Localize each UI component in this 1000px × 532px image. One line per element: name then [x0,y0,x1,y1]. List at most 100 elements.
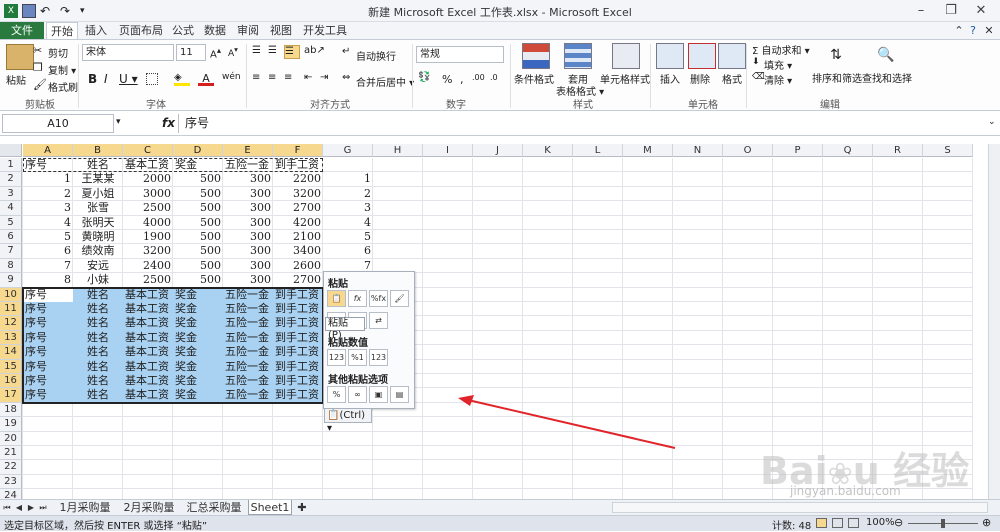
tab-review[interactable]: 审阅 [233,22,263,39]
workbook-close-icon[interactable]: ✕ [982,22,996,39]
cell[interactable]: 黄晓明 [73,230,123,244]
row-header[interactable]: 22 [0,460,22,475]
normal-view-icon[interactable] [816,518,827,528]
page-layout-view-icon[interactable] [832,518,843,528]
tab-data[interactable]: 数据 [200,22,230,39]
format-cells-button[interactable]: 格式 [722,71,742,86]
font-color-icon[interactable]: A [198,72,214,86]
ribbon-minimize-icon[interactable]: ⌃ [952,22,966,39]
row-header[interactable]: 7 [0,244,22,259]
row-header[interactable]: 3 [0,186,22,202]
tab-formulas[interactable]: 公式 [168,22,198,39]
column-header[interactable]: R [873,144,923,157]
column-header[interactable]: O [723,144,773,157]
fx-icon[interactable]: fx [162,116,175,130]
row-header[interactable]: 9 [0,273,22,288]
paste-icon[interactable]: 📋 [327,290,346,307]
cell[interactable]: 300 [223,244,273,258]
font-size-select[interactable]: 11 [176,44,206,61]
column-header[interactable]: A [23,144,73,157]
cell[interactable]: 2500 [123,273,173,287]
format-painter-button[interactable]: 格式刷 [48,79,78,94]
paste-clipboard-icon[interactable] [6,44,34,70]
sheet-tab-summary[interactable]: 汇总采购量 [182,500,246,515]
tab-page-layout[interactable]: 页面布局 [114,22,168,39]
grow-font-icon[interactable]: A▴ [210,45,226,60]
header-cell[interactable]: 基本工资 [123,158,173,172]
cell[interactable]: 500 [173,187,223,201]
shrink-font-icon[interactable]: A▾ [228,45,244,59]
row-header[interactable]: 17 [0,388,22,403]
column-header[interactable]: P [773,144,823,157]
header-cell[interactable]: 姓名 [73,158,123,172]
column-header[interactable]: C [123,144,173,157]
cell[interactable]: 2000 [123,172,173,186]
cell[interactable]: 1900 [123,230,173,244]
cell[interactable]: 2100 [273,230,323,244]
cell[interactable]: 300 [223,259,273,273]
tab-file[interactable]: 文件 [0,22,44,39]
cell[interactable]: 3 [23,201,73,215]
name-box[interactable]: A10 [2,114,114,133]
underline-button[interactable]: U ▾ [119,72,138,86]
indent-decrease-icon[interactable]: ⇤ [304,72,320,86]
cell[interactable]: 4 [323,216,373,230]
delete-cells-button[interactable]: 删除 [690,71,710,86]
comma-button[interactable]: , [460,73,464,86]
cell[interactable]: 4200 [273,216,323,230]
column-header[interactable]: K [523,144,573,157]
cell[interactable]: 小妹 [73,273,123,287]
row-header[interactable]: 19 [0,417,22,432]
align-center-icon[interactable]: ≡ [268,72,284,86]
cell[interactable]: 300 [223,172,273,186]
align-middle-icon[interactable]: ☰ [268,45,284,59]
fill-button[interactable]: 填充 ▾ [764,57,792,72]
cell[interactable]: 500 [173,230,223,244]
cell[interactable]: 2200 [273,172,323,186]
close-button[interactable]: ✕ [966,0,996,22]
header-cell[interactable]: 奖金 [173,158,223,172]
horizontal-scrollbar[interactable] [612,502,988,513]
first-sheet-nav-icon[interactable]: ⏮ [2,500,12,515]
cell[interactable]: 张雪 [73,201,123,215]
cell[interactable]: 300 [223,273,273,287]
tab-insert[interactable]: 插入 [80,22,112,39]
cell[interactable]: 500 [173,244,223,258]
tab-home[interactable]: 开始 [46,22,78,39]
find-select-button[interactable]: 查找和选择 [862,70,912,85]
cell[interactable]: 300 [223,201,273,215]
cell[interactable]: 300 [223,230,273,244]
new-sheet-icon[interactable]: ✚ [294,500,310,515]
last-sheet-nav-icon[interactable]: ⏭ [38,500,48,515]
tab-view[interactable]: 视图 [266,22,296,39]
sheet-tab-jan[interactable]: 1月采购量 [54,500,116,515]
decrease-decimal-icon[interactable]: .0 [490,73,506,87]
cell[interactable]: 300 [223,216,273,230]
percent-button[interactable]: % [442,73,452,86]
cell[interactable]: 500 [173,201,223,215]
row-header[interactable]: 23 [0,474,22,490]
cell[interactable]: 2 [23,187,73,201]
align-left-icon[interactable]: ≡ [252,72,268,86]
row-header[interactable]: 8 [0,258,22,274]
row-header[interactable]: 11 [0,302,22,317]
sheet-tab-feb[interactable]: 2月采购量 [118,500,180,515]
phonetic-icon[interactable]: wén [222,72,241,86]
linked-picture-icon[interactable]: ▤ [390,386,409,403]
cell[interactable]: 4000 [123,216,173,230]
expand-formula-icon[interactable]: ⌄ [988,117,996,127]
row-header[interactable]: 14 [0,345,22,360]
formula-input[interactable]: 序号 [178,114,986,133]
column-header[interactable]: M [623,144,673,157]
column-header[interactable]: F [273,144,323,157]
column-header[interactable]: L [573,144,623,157]
cell[interactable]: 5 [23,230,73,244]
column-header[interactable]: Q [823,144,873,157]
number-format-select[interactable]: 常规 [416,46,504,63]
row-header[interactable]: 2 [0,172,22,187]
cell[interactable]: 500 [173,273,223,287]
row-header[interactable]: 20 [0,431,22,446]
vertical-scrollbar[interactable] [988,144,1000,499]
copy-button[interactable]: 复制 ▾ [48,62,76,77]
cell[interactable]: 6 [323,244,373,258]
